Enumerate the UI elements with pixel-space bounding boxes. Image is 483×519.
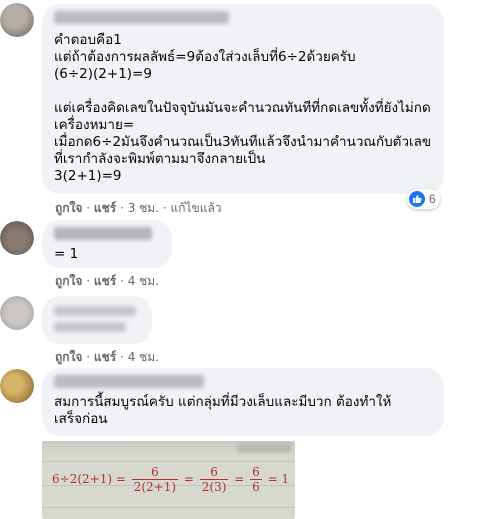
author-name-blurred[interactable] [54, 306, 136, 316]
reaction-count: 6 [429, 192, 436, 206]
author-name-blurred[interactable] [54, 11, 229, 24]
comment-actions: ถูกใจ · แชร์ · 3 ชม. · แก้ไขแล้ว [55, 201, 222, 215]
comment-text: คำตอบคือ1 แต่ถ้าต้องการผลลัพธ์=9ต้องใส่ว… [54, 32, 432, 184]
comment-actions: ถูกใจ · แชร์ · 4 ชม. [55, 274, 160, 288]
photo-blur [237, 443, 291, 453]
comment-bubble: = 1 [42, 220, 172, 268]
comment-actions: ถูกใจ · แชร์ · 4 ชม. [55, 350, 160, 364]
edited-label[interactable]: แก้ไขแล้ว [170, 201, 221, 215]
like-link[interactable]: ถูกใจ [55, 201, 82, 215]
handwritten-equation: 6÷2(2+1) = 6 2(2+1) = 6 2(3) = 66 = 1 [52, 465, 290, 494]
comment-bubble: สมการนี้สมบูรณ์ครับ แต่กลุ่มที่มีวงเล็บแ… [42, 368, 444, 436]
author-name-blurred[interactable] [54, 227, 152, 240]
comment-bubble [42, 296, 152, 344]
like-icon [409, 191, 425, 207]
avatar[interactable] [0, 221, 34, 255]
author-name-blurred[interactable] [54, 375, 204, 388]
share-link[interactable]: แชร์ [94, 201, 116, 215]
reaction-summary[interactable]: 6 [407, 189, 440, 209]
like-link[interactable]: ถูกใจ [55, 274, 82, 288]
attached-photo[interactable]: 6÷2(2+1) = 6 2(2+1) = 6 2(3) = 66 = 1 [42, 441, 295, 519]
comment-text: สมการนี้สมบูรณ์ครับ แต่กลุ่มที่มีวงเล็บแ… [54, 394, 392, 427]
comment-bubble: คำตอบคือ1 แต่ถ้าต้องการผลลัพธ์=9ต้องใส่ว… [42, 4, 444, 194]
share-link[interactable]: แชร์ [94, 274, 116, 288]
avatar[interactable] [0, 369, 34, 403]
share-link[interactable]: แชร์ [94, 350, 116, 364]
timestamp[interactable]: 3 ชม. [128, 201, 159, 215]
author-name-blurred-line2 [54, 322, 126, 332]
comment-text: = 1 [54, 246, 79, 262]
avatar[interactable] [0, 3, 34, 37]
avatar[interactable] [0, 296, 34, 330]
like-link[interactable]: ถูกใจ [55, 350, 82, 364]
timestamp[interactable]: 4 ชม. [128, 274, 159, 288]
timestamp[interactable]: 4 ชม. [128, 350, 159, 364]
